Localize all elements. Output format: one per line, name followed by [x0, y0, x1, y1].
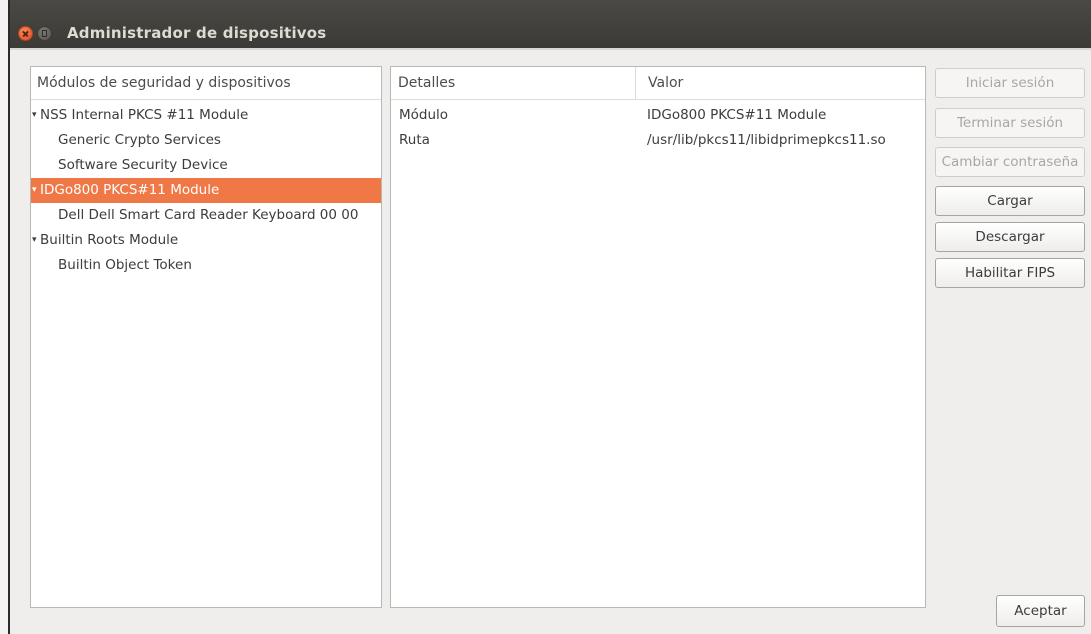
expanded-triangle-icon[interactable]: ▾: [32, 178, 37, 203]
tree-item-builtin-roots[interactable]: ▾ Builtin Roots Module: [31, 228, 381, 253]
logout-button[interactable]: Terminar sesión: [935, 108, 1085, 138]
value-column-header[interactable]: Valor: [635, 67, 925, 100]
tree-item-idgo800[interactable]: ▾ IDGo800 PKCS#11 Module: [31, 178, 381, 203]
tree-item-label: Generic Crypto Services: [58, 132, 221, 148]
tree-item-nss-internal[interactable]: ▾ NSS Internal PKCS #11 Module: [31, 103, 381, 128]
load-button[interactable]: Cargar: [935, 186, 1085, 216]
tree-item-label: Builtin Roots Module: [40, 232, 179, 248]
detail-label-path: Ruta: [399, 132, 430, 148]
close-icon[interactable]: [18, 26, 33, 41]
tree-item-label: Software Security Device: [58, 157, 228, 173]
unload-button[interactable]: Descargar: [935, 222, 1085, 252]
modules-column-header[interactable]: Módulos de seguridad y dispositivos: [31, 67, 381, 100]
change-password-button[interactable]: Cambiar contraseña: [935, 147, 1085, 177]
tree-item-builtin-object-token[interactable]: Builtin Object Token: [31, 253, 381, 278]
tree-item-label: Dell Dell Smart Card Reader Keyboard 00 …: [58, 207, 359, 223]
tree-item-label: NSS Internal PKCS #11 Module: [40, 107, 249, 123]
title-bar: Administrador de dispositivos: [10, 0, 1091, 48]
ok-button[interactable]: Aceptar: [996, 595, 1085, 627]
enable-fips-button[interactable]: Habilitar FIPS: [935, 258, 1085, 288]
detail-value-module: IDGo800 PKCS#11 Module: [647, 107, 827, 123]
tree-item-software-security[interactable]: Software Security Device: [31, 153, 381, 178]
expanded-triangle-icon[interactable]: ▾: [32, 228, 37, 253]
detail-label-module: Módulo: [399, 107, 449, 123]
details-column-header[interactable]: Detalles: [391, 67, 635, 100]
tree-item-label: Builtin Object Token: [58, 257, 192, 273]
device-manager-dialog: Administrador de dispositivos Módulos de…: [10, 0, 1091, 634]
tree-item-label: IDGo800 PKCS#11 Module: [40, 182, 220, 198]
title-bar-divider: [10, 48, 1091, 50]
tree-item-dell-card-reader[interactable]: Dell Dell Smart Card Reader Keyboard 00 …: [31, 203, 381, 228]
login-button[interactable]: Iniciar sesión: [935, 68, 1085, 98]
modules-tree[interactable]: Módulos de seguridad y dispositivos ▾ NS…: [30, 66, 382, 608]
detail-value-path: /usr/lib/pkcs11/libidprimepkcs11.so: [647, 132, 886, 148]
details-table[interactable]: Detalles Valor Módulo IDGo800 PKCS#11 Mo…: [390, 66, 926, 608]
window-title: Administrador de dispositivos: [67, 24, 327, 42]
minimize-icon[interactable]: [37, 26, 52, 41]
tree-item-generic-crypto[interactable]: Generic Crypto Services: [31, 128, 381, 153]
expanded-triangle-icon[interactable]: ▾: [32, 103, 37, 128]
